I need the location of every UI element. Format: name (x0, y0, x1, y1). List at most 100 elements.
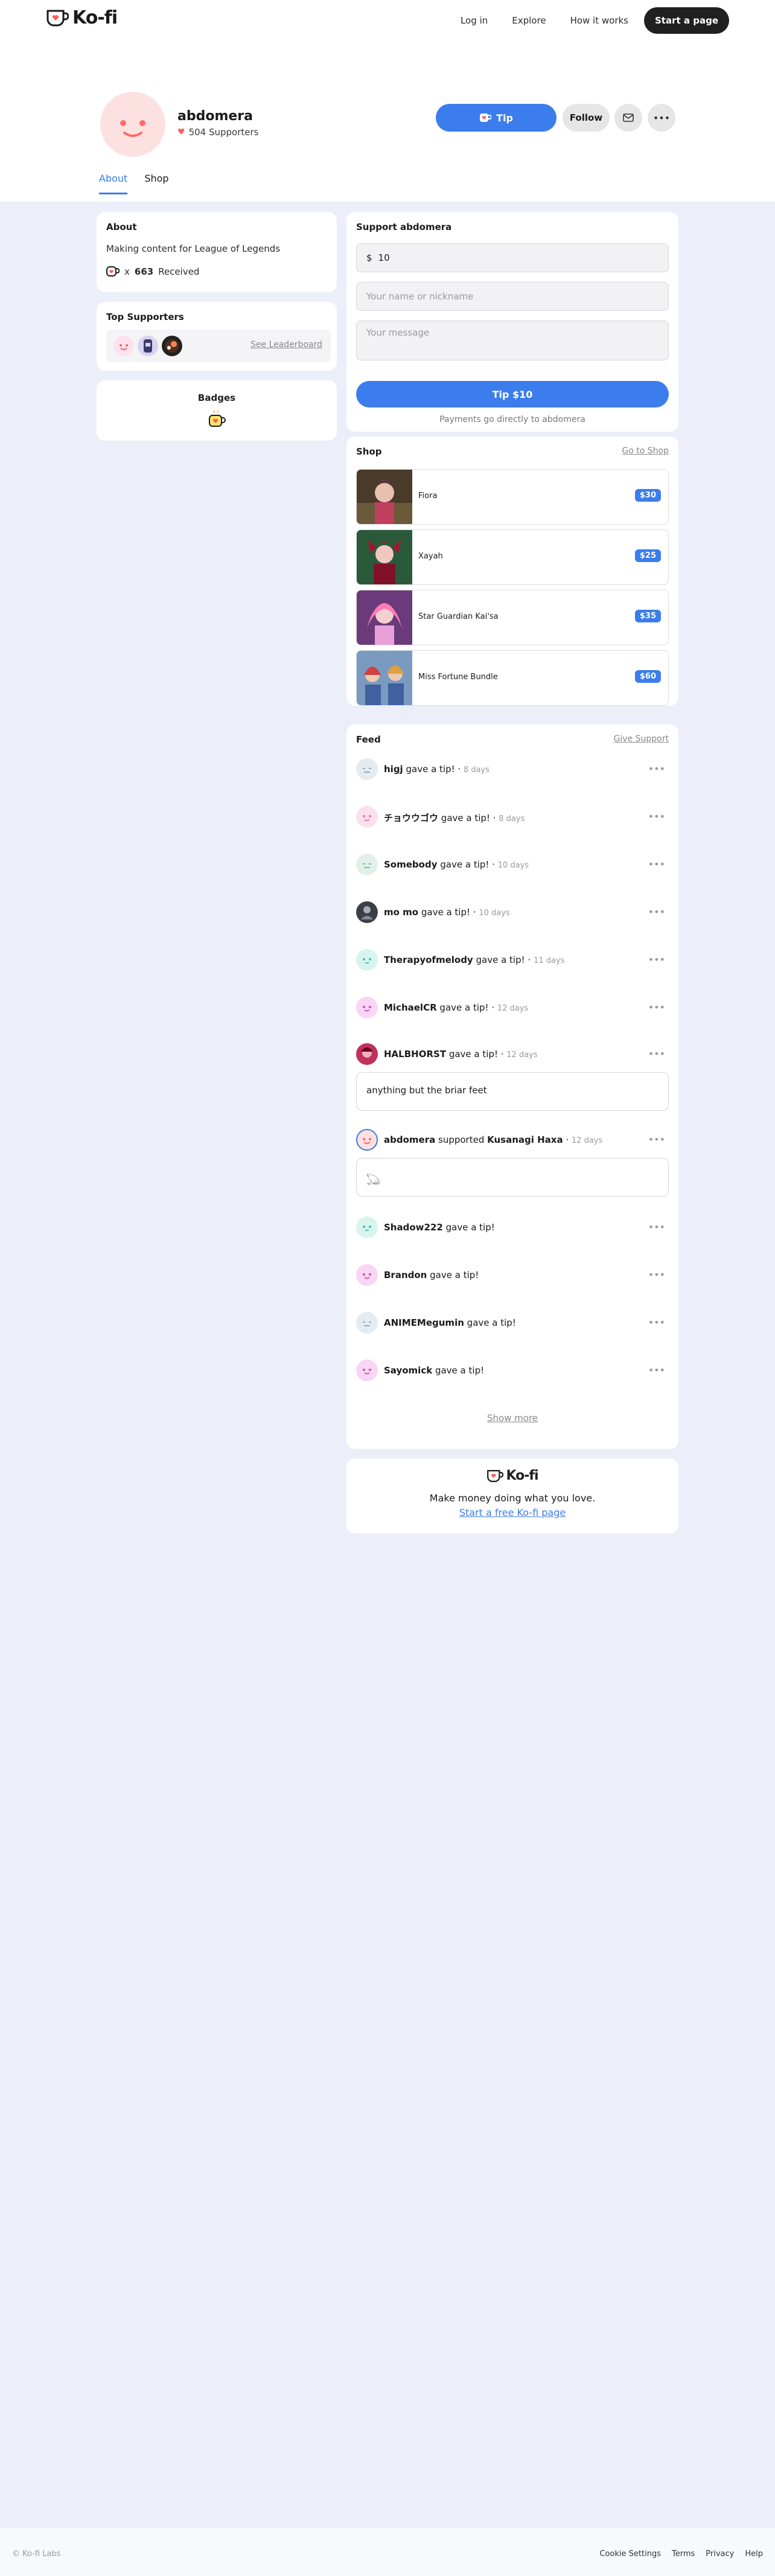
shop-item-price: $30 (634, 489, 661, 502)
kofi-logo[interactable]: Ko-fi (46, 7, 118, 28)
amount-input[interactable]: $ 10 (356, 243, 669, 272)
feed-more-icon[interactable]: ••• (648, 1221, 665, 1233)
feed-avatar[interactable] (356, 1216, 378, 1238)
help-link[interactable]: Help (745, 2549, 763, 2558)
feed-time: 12 days (497, 1004, 529, 1013)
feed-avatar[interactable] (356, 806, 378, 828)
payments-note: Payments go directly to abdomera (439, 415, 585, 424)
tab-shop[interactable]: Shop (144, 173, 168, 194)
feed-action: gave a tip! (439, 1002, 489, 1013)
start-free-page-link[interactable]: Start a free Ko-fi page (346, 1507, 678, 1518)
feed-more-icon[interactable]: ••• (648, 1134, 665, 1145)
heart-icon: ♥ (177, 127, 185, 137)
name-input[interactable]: Your name or nickname (356, 282, 669, 311)
feed-more-icon[interactable]: ••• (648, 906, 665, 918)
feed-text: Therapyofmelody gave a tip! · 11 days (384, 954, 565, 965)
received-label: Received (158, 266, 200, 277)
feed-user[interactable]: MichaelCR (384, 1002, 437, 1013)
cookie-settings-link[interactable]: Cookie Settings (599, 2549, 661, 2558)
feed-time: 8 days (499, 814, 525, 823)
feed-avatar[interactable] (356, 854, 378, 875)
feed-user[interactable]: Brandon (384, 1270, 427, 1280)
more-options-button[interactable]: ••• (648, 104, 675, 132)
tip-submit-button[interactable]: Tip $10 (356, 381, 669, 407)
shop-item[interactable]: Fiora $30 (356, 469, 669, 525)
how-it-works-link[interactable]: How it works (558, 8, 640, 33)
supporter-count: ♥ 504 Supporters (177, 127, 258, 138)
login-link[interactable]: Log in (448, 8, 500, 33)
feed-more-icon[interactable]: ••• (648, 858, 665, 870)
feed-avatar[interactable] (356, 1360, 378, 1381)
profile-tabs: About Shop (99, 173, 169, 194)
feed-more-icon[interactable]: ••• (648, 1002, 665, 1013)
feed-user[interactable]: HALBHORST (384, 1049, 446, 1059)
terms-link[interactable]: Terms (672, 2549, 695, 2558)
shop-item[interactable]: Star Guardian Kai'sa $35 (356, 590, 669, 645)
go-to-shop-link[interactable]: Go to Shop (622, 446, 669, 456)
feed-more-icon[interactable]: ••• (648, 1317, 665, 1328)
feed-more-icon[interactable]: ••• (648, 1364, 665, 1376)
feed-user[interactable]: higj (384, 764, 403, 775)
feed-user[interactable]: Somebody (384, 859, 437, 870)
explore-link[interactable]: Explore (500, 8, 558, 33)
feed-target[interactable]: Kusanagi Haxa (487, 1134, 563, 1145)
follow-button[interactable]: Follow (563, 104, 610, 132)
shop-item-image (357, 651, 412, 705)
supporter-avatar[interactable] (138, 336, 158, 356)
feed-avatar[interactable] (356, 1312, 378, 1334)
supporter-avatar[interactable] (162, 336, 182, 356)
feed-user[interactable]: abdomera (384, 1134, 435, 1145)
feed-avatar[interactable] (356, 1129, 378, 1151)
feed-action: gave a tip! (430, 1270, 479, 1280)
tip-button[interactable]: Tip (436, 104, 557, 132)
feed-avatar[interactable] (356, 758, 378, 780)
ellipsis-icon: ••• (652, 112, 671, 124)
feed-item: Brandon gave a tip! ••• (356, 1264, 669, 1288)
message-button[interactable] (614, 104, 642, 132)
amount-value: 10 (378, 252, 390, 263)
feed-text: mo mo gave a tip! · 10 days (384, 907, 510, 918)
privacy-link[interactable]: Privacy (706, 2549, 734, 2558)
feed-user[interactable]: Sayomick (384, 1365, 432, 1376)
feed-time: 11 days (533, 956, 565, 965)
feed-more-icon[interactable]: ••• (648, 1048, 665, 1059)
feed-user[interactable]: mo mo (384, 907, 418, 918)
show-more-link[interactable]: Show more (346, 1413, 678, 1424)
feed-avatar[interactable] (356, 901, 378, 923)
shop-item-name: Miss Fortune Bundle (418, 673, 498, 682)
tab-about[interactable]: About (99, 173, 128, 194)
feed-title: Feed (356, 734, 381, 745)
supporter-avatar[interactable] (113, 336, 134, 356)
feed-avatar[interactable] (356, 1043, 378, 1065)
shop-item-price: $35 (634, 610, 661, 622)
feed-user[interactable]: ANIMEMegumin (384, 1317, 464, 1328)
feed-action: gave a tip! (476, 954, 525, 965)
feed-more-icon[interactable]: ••• (648, 954, 665, 965)
feed-avatar[interactable] (356, 949, 378, 971)
feed-avatar[interactable] (356, 1264, 378, 1286)
tip-button-label: Tip (496, 112, 513, 124)
coffee-cup-icon (106, 266, 120, 276)
message-input[interactable]: Your message (356, 321, 669, 360)
feed-user[interactable]: Shadow222 (384, 1222, 443, 1233)
feed-more-icon[interactable]: ••• (648, 1269, 665, 1280)
shop-title: Shop (356, 446, 382, 457)
feed-user[interactable]: Therapyofmelody (384, 954, 473, 965)
give-support-link[interactable]: Give Support (614, 734, 669, 744)
feed-action: gave a tip! (435, 1365, 485, 1376)
see-leaderboard-link[interactable]: See Leaderboard (250, 340, 322, 350)
shop-item[interactable]: Miss Fortune Bundle $60 (356, 650, 669, 706)
feed-action: gave a tip! (406, 764, 455, 775)
feed-item: mo mo gave a tip! · 10 days ••• (356, 901, 669, 925)
shop-item[interactable]: Xayah $25 (356, 529, 669, 585)
feed-avatar[interactable] (356, 997, 378, 1018)
feed-more-icon[interactable]: ••• (648, 811, 665, 822)
footer-links: Cookie Settings Terms Privacy Help (599, 2549, 763, 2558)
start-page-button[interactable]: Start a page (644, 7, 729, 34)
received-count: 663 (134, 266, 154, 277)
feed-more-icon[interactable]: ••• (648, 763, 665, 775)
feed-text: チョウウゴウ gave a tip! · 8 days (384, 813, 525, 823)
feed-user[interactable]: チョウウゴウ (384, 813, 438, 823)
coffee-badge-icon[interactable] (208, 411, 227, 429)
feed-card: Feed Give Support higj gave a tip! · 8 d… (346, 724, 678, 1449)
